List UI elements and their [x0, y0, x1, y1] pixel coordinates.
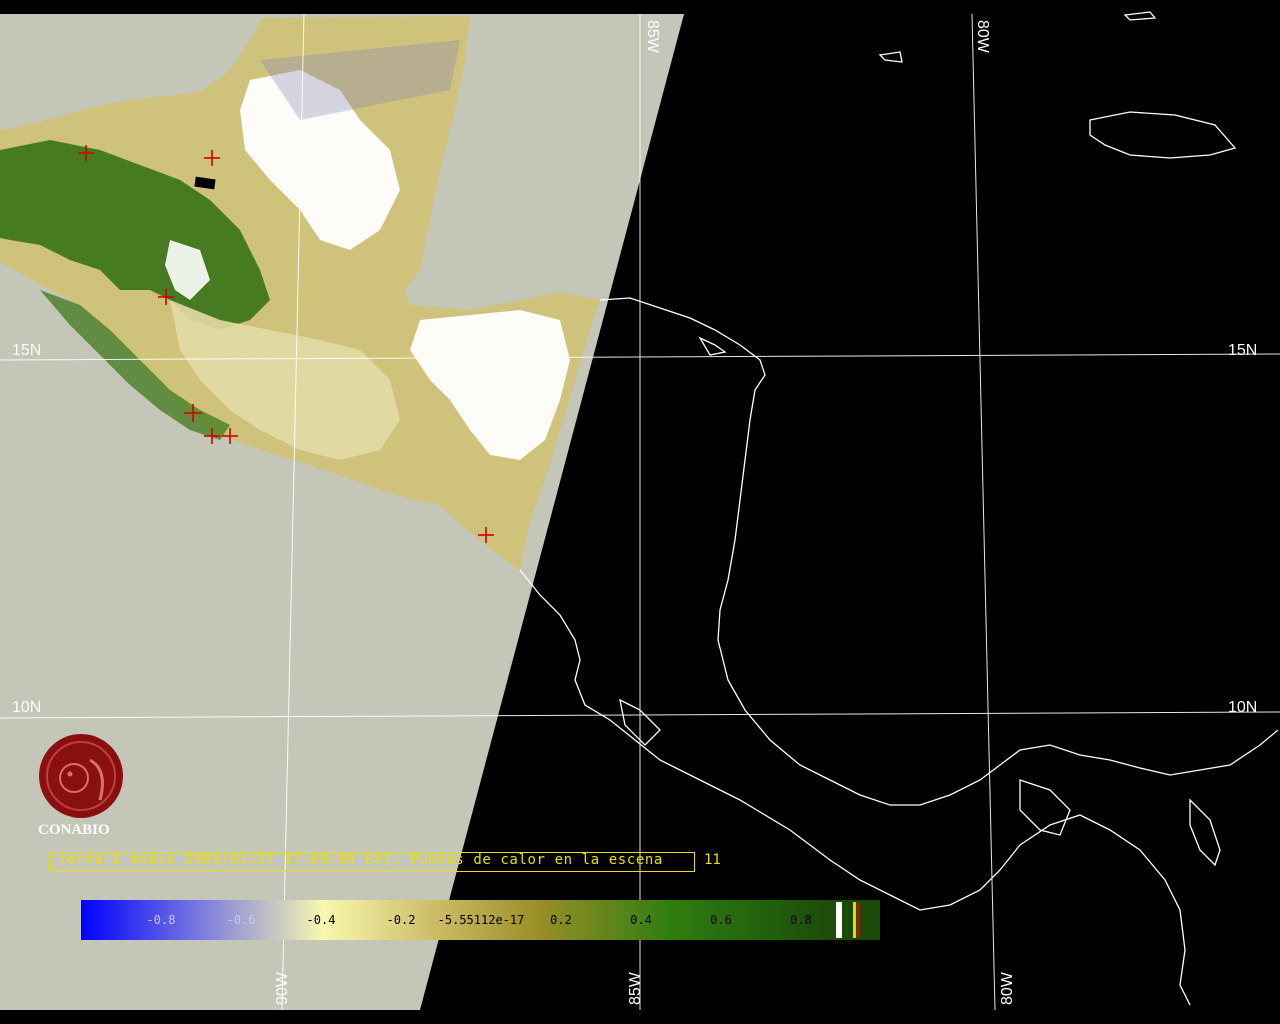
caption-text: terra-1 modis 2009/01/27 17:00:09 EVI, P… [58, 852, 663, 868]
lat-label-10n-right: 10N [1228, 699, 1257, 716]
lon-label-80w-bottom: 80W [999, 971, 1016, 1005]
colorbar-tick-label: -5.55112e-17 [438, 913, 525, 927]
colorbar-tick-label: 0.8 [790, 913, 812, 927]
colorbar-swatch-cloud [836, 902, 842, 938]
conabio-logo-icon [39, 734, 123, 818]
lon-label-85w-bottom: 85W [627, 971, 644, 1005]
colorbar-tick-label: 0.6 [710, 913, 732, 927]
colorbar-tick-label: -0.2 [387, 913, 416, 927]
colorbar-tick-label: -0.4 [307, 913, 336, 927]
lat-label-15n-right: 15N [1228, 342, 1257, 359]
colorbar-tick-label: -0.6 [227, 913, 256, 927]
hotspot-count: 11 [704, 852, 721, 868]
colorbar-tick-label: 0.4 [630, 913, 652, 927]
colorbar-swatch-hotspot [857, 902, 860, 938]
lon-label-90w-bottom: 90W [274, 971, 291, 1005]
logo-text: CONABIO [38, 822, 110, 838]
colorbar: -0.8 -0.6 -0.4 -0.2 -5.55112e-17 0.2 0.4 0.6 0.8 [81, 900, 880, 940]
colorbar-tick-label: -0.8 [147, 913, 176, 927]
map-viewer: 15N 15N 10N 10N 85W 80W 90W 85W 80W -0.8… [0, 0, 1280, 1024]
colorbar-swatch-yellow [853, 902, 856, 938]
lon-label-85w-top: 85W [644, 20, 661, 54]
lat-label-10n-left: 10N [12, 699, 41, 716]
colorbar-tick-label: 0.2 [550, 913, 572, 927]
lon-label-80w-top: 80W [974, 20, 991, 54]
lat-label-15n-left: 15N [12, 342, 41, 359]
